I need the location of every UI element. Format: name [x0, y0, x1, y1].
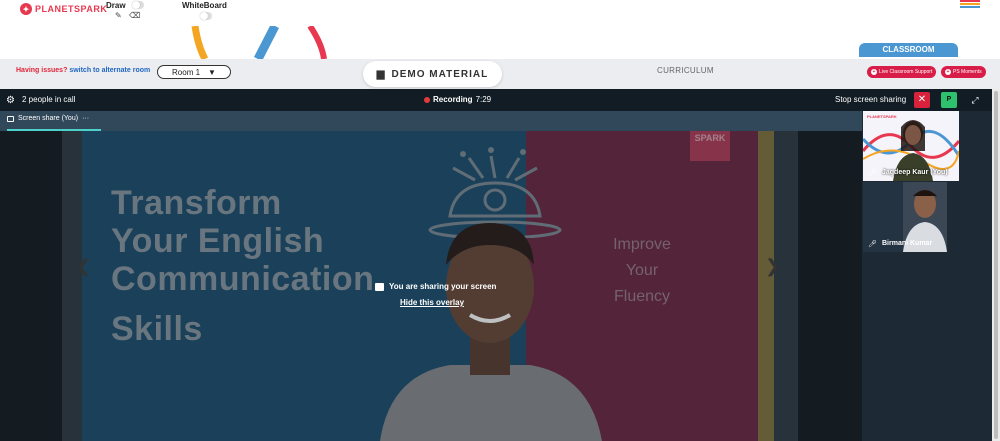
dropdown-arrow-icon: ▼ [208, 67, 216, 77]
issues-label: Having issues? [16, 67, 68, 74]
recording-dot-icon [424, 96, 430, 103]
p-button[interactable]: P [941, 92, 957, 108]
live-support-button[interactable]: + Live Classroom Support [867, 66, 937, 78]
sharing-message: You are sharing your screen [375, 282, 496, 291]
alternate-room-link[interactable]: switch to alternate room [69, 67, 150, 74]
tab-screen-share[interactable]: Screen share (You) ··· [7, 115, 89, 122]
hide-overlay-link[interactable]: Hide this overlay [400, 298, 464, 307]
whiteboard-label: WhiteBoard [182, 1, 227, 10]
mic-icon: 🎤︎ [868, 241, 877, 248]
expand-icon[interactable]: ⤢ [968, 93, 982, 107]
screen-icon [7, 115, 14, 122]
recording-indicator: Recording 7:29 [424, 95, 491, 104]
chevron-left-icon[interactable]: ❮ [76, 256, 91, 277]
logo-text: PLANETSPARK [35, 4, 108, 14]
share-screen-icon [375, 282, 384, 291]
issues-text: Having issues? switch to alternate room [16, 67, 150, 74]
chevron-right-icon[interactable]: ❯ [765, 256, 780, 277]
draw-toggle[interactable] [132, 1, 144, 9]
ps-moments-button[interactable]: + PS Moments [941, 66, 986, 78]
stop-screen-sharing-button[interactable]: Stop screen sharing [835, 95, 906, 104]
plus-icon: + [871, 69, 877, 75]
share-tab-bar [0, 111, 1000, 131]
more-options-icon[interactable]: ··· [82, 115, 89, 122]
pencil-icon[interactable]: ✎ [115, 11, 122, 20]
mic-icon: 🎤︎ [868, 170, 877, 177]
rainbow-menu-icon[interactable] [960, 0, 980, 10]
recording-label: Recording [433, 95, 473, 104]
draw-label: Draw [106, 1, 126, 10]
demo-material-button[interactable]: ▆ DEMO MATERIAL [363, 61, 502, 87]
curriculum-tab[interactable]: CURRICULUM [657, 66, 714, 75]
room-select[interactable]: Room 1 ▼ [157, 65, 231, 79]
tile-logo: PLANETSPARK [867, 114, 897, 119]
background-decoration [0, 26, 1000, 59]
top-bar: ✦ PLANETSPARK Draw ✎ ⌫ WhiteBoard [0, 0, 1000, 26]
whiteboard-toggle[interactable] [200, 12, 212, 20]
sharing-message-text: You are sharing your screen [389, 282, 497, 291]
live-support-label: Live Classroom Support [879, 69, 933, 75]
logo-mark-icon: ✦ [20, 3, 32, 15]
scrollbar-thumb[interactable] [994, 91, 998, 439]
room-select-value: Room 1 [172, 67, 201, 77]
demo-material-label: DEMO MATERIAL [391, 68, 489, 80]
settings-gear-icon[interactable]: ⚙ [6, 95, 15, 106]
eraser-icon[interactable]: ⌫ [129, 11, 140, 20]
classroom-app: ✦ PLANETSPARK Draw ✎ ⌫ WhiteBoard Having… [0, 0, 1000, 441]
planetspark-logo: ✦ PLANETSPARK [20, 2, 107, 16]
ps-moments-label: PS Moments [953, 69, 982, 75]
plus-icon: + [945, 69, 951, 75]
people-count: 2 people in call [22, 95, 76, 104]
decorative-arcs [191, 26, 327, 59]
close-icon[interactable]: ✕ [914, 92, 930, 108]
folder-icon: ▆ [376, 68, 386, 80]
classroom-tab[interactable]: CLASSROOM [859, 43, 958, 57]
recording-time: 7:29 [475, 95, 492, 104]
participant-name-self: Jagdeep Kaur (You) [882, 169, 948, 176]
participant-name-student: Birmani Kumar [882, 240, 933, 247]
tab-screen-share-label: Screen share (You) [18, 115, 79, 122]
